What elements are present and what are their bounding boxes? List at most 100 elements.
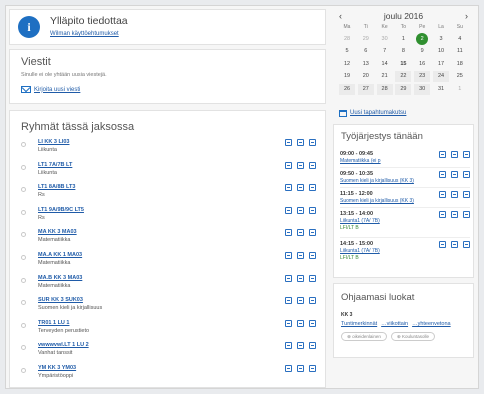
check-icon[interactable] [297, 229, 304, 237]
calendar-day[interactable]: 28 [339, 34, 355, 45]
document-icon[interactable] [463, 151, 470, 158]
group-code-link[interactable]: LI KK 3 LI03 [38, 139, 69, 145]
document-icon[interactable] [463, 191, 470, 198]
summary-link[interactable]: …yhteenvetona [412, 321, 451, 327]
filter-pill[interactable]: ⊕ oikeidenlainen [341, 332, 387, 341]
group-code-link[interactable]: LT1 8A/8B LT3 [38, 184, 75, 190]
edit-icon[interactable] [285, 206, 292, 214]
check-icon[interactable] [451, 241, 458, 248]
group-code-link[interactable]: SUR KK 3 SUK03 [38, 297, 83, 303]
edit-icon[interactable] [439, 241, 446, 248]
calendar-day[interactable]: 15 [395, 59, 411, 70]
group-code-link[interactable]: vwwwvwl.LT 1 LU 2 [38, 342, 89, 348]
calendar-day[interactable]: 13 [358, 59, 374, 70]
edit-icon[interactable] [285, 297, 292, 305]
new-event-link[interactable]: Uusi tapahtumakutsu [333, 106, 474, 120]
edit-icon[interactable] [439, 171, 446, 178]
check-icon[interactable] [451, 191, 458, 198]
attendance-link[interactable]: Tuntimerkinnät [341, 321, 377, 327]
calendar-day[interactable]: 29 [395, 83, 412, 95]
document-icon[interactable] [309, 274, 316, 282]
document-icon[interactable] [309, 252, 316, 259]
group-code-link[interactable]: TR01 1 LU 1 [38, 320, 69, 326]
edit-icon[interactable] [439, 211, 446, 218]
edit-icon[interactable] [285, 274, 292, 282]
check-icon[interactable] [451, 211, 458, 218]
write-message-link[interactable]: Kirjoita uusi viesti [21, 86, 80, 93]
calendar-day[interactable]: 30 [377, 34, 393, 45]
lesson-subject-link[interactable]: Suomen kieli ja kirjallisuus (KK 3) [340, 178, 470, 184]
check-icon[interactable] [297, 184, 304, 192]
check-icon[interactable] [297, 365, 304, 372]
edit-icon[interactable] [285, 161, 292, 169]
lesson-subject-link[interactable]: Liikunta1 (7A/ 7B) [340, 248, 470, 254]
calendar-day-today[interactable]: 2 [414, 33, 430, 45]
document-icon[interactable] [463, 171, 470, 178]
calendar-day[interactable]: 19 [339, 71, 355, 82]
edit-icon[interactable] [285, 365, 292, 372]
check-icon[interactable] [297, 342, 304, 350]
calendar-day[interactable]: 28 [376, 83, 393, 95]
calendar-day[interactable]: 17 [433, 59, 449, 70]
calendar-day[interactable]: 1 [395, 34, 411, 45]
check-icon[interactable] [297, 252, 304, 259]
document-icon[interactable] [309, 184, 316, 192]
group-code-link[interactable]: MA KK 3 MA03 [38, 229, 77, 235]
calendar-day[interactable]: 6 [358, 46, 374, 57]
calendar-day[interactable]: 4 [452, 34, 468, 45]
lesson-subject-link[interactable]: Matematiikka (ei p [340, 158, 470, 164]
document-icon[interactable] [309, 139, 316, 146]
write-message-label[interactable]: Kirjoita uusi viesti [34, 87, 80, 93]
calendar-day[interactable]: 7 [377, 46, 393, 57]
group-code-link[interactable]: MA.B KK 3 MA03 [38, 275, 82, 281]
calendar-day[interactable]: 30 [414, 83, 431, 95]
check-icon[interactable] [297, 161, 304, 169]
group-code-link[interactable]: LT1 7A/7B LT [38, 162, 72, 168]
calendar-day[interactable]: 27 [357, 83, 374, 95]
edit-icon[interactable] [285, 319, 292, 327]
check-icon[interactable] [451, 171, 458, 178]
calendar-day[interactable]: 26 [339, 83, 355, 95]
lesson-subject-link[interactable]: Suomen kieli ja kirjallisuus (KK 3) [340, 198, 470, 204]
edit-icon[interactable] [285, 184, 292, 192]
check-icon[interactable] [297, 274, 304, 282]
check-icon[interactable] [297, 297, 304, 305]
calendar-day[interactable]: 22 [395, 71, 412, 83]
document-icon[interactable] [309, 297, 316, 305]
calendar-day[interactable]: 12 [339, 59, 355, 70]
calendar-day[interactable]: 11 [452, 46, 468, 57]
calendar-day[interactable]: 10 [433, 46, 449, 57]
document-icon[interactable] [309, 229, 316, 237]
calendar-day[interactable]: 18 [452, 59, 468, 70]
document-icon[interactable] [309, 161, 316, 169]
calendar-day[interactable]: 8 [395, 46, 411, 57]
calendar-day[interactable]: 1 [452, 84, 468, 95]
document-icon[interactable] [309, 365, 316, 372]
edit-icon[interactable] [439, 191, 446, 198]
calendar-day[interactable]: 31 [433, 84, 449, 95]
calendar-day[interactable]: 3 [433, 34, 449, 45]
filter-pill[interactable]: ⊕ Kouluntasolle [391, 332, 435, 341]
document-icon[interactable] [309, 342, 316, 350]
group-code-link[interactable]: MA.A KK 1 MA03 [38, 252, 82, 258]
group-code-link[interactable]: YM KK 3 YM03 [38, 365, 76, 371]
document-icon[interactable] [463, 211, 470, 218]
calendar-day[interactable]: 16 [414, 59, 430, 70]
terms-link[interactable]: Wilman käyttöehtumukset [50, 31, 119, 37]
calendar-day[interactable]: 23 [414, 71, 431, 83]
document-icon[interactable] [463, 241, 470, 248]
edit-icon[interactable] [285, 229, 292, 237]
calendar-day[interactable]: 29 [358, 34, 374, 45]
edit-icon[interactable] [285, 342, 292, 350]
check-icon[interactable] [297, 206, 304, 214]
calendar-day[interactable]: 14 [377, 59, 393, 70]
edit-icon[interactable] [285, 252, 292, 259]
lesson-subject-link[interactable]: Liikunta1 (7A/ 7B) [340, 218, 470, 224]
next-month-button[interactable]: › [465, 11, 468, 21]
document-icon[interactable] [309, 319, 316, 327]
new-event-label[interactable]: Uusi tapahtumakutsu [350, 110, 406, 116]
calendar-day[interactable]: 20 [358, 71, 374, 82]
group-code-link[interactable]: LT1 9A/9B/9C LT5 [38, 207, 84, 213]
check-icon[interactable] [297, 319, 304, 327]
check-icon[interactable] [451, 151, 458, 158]
